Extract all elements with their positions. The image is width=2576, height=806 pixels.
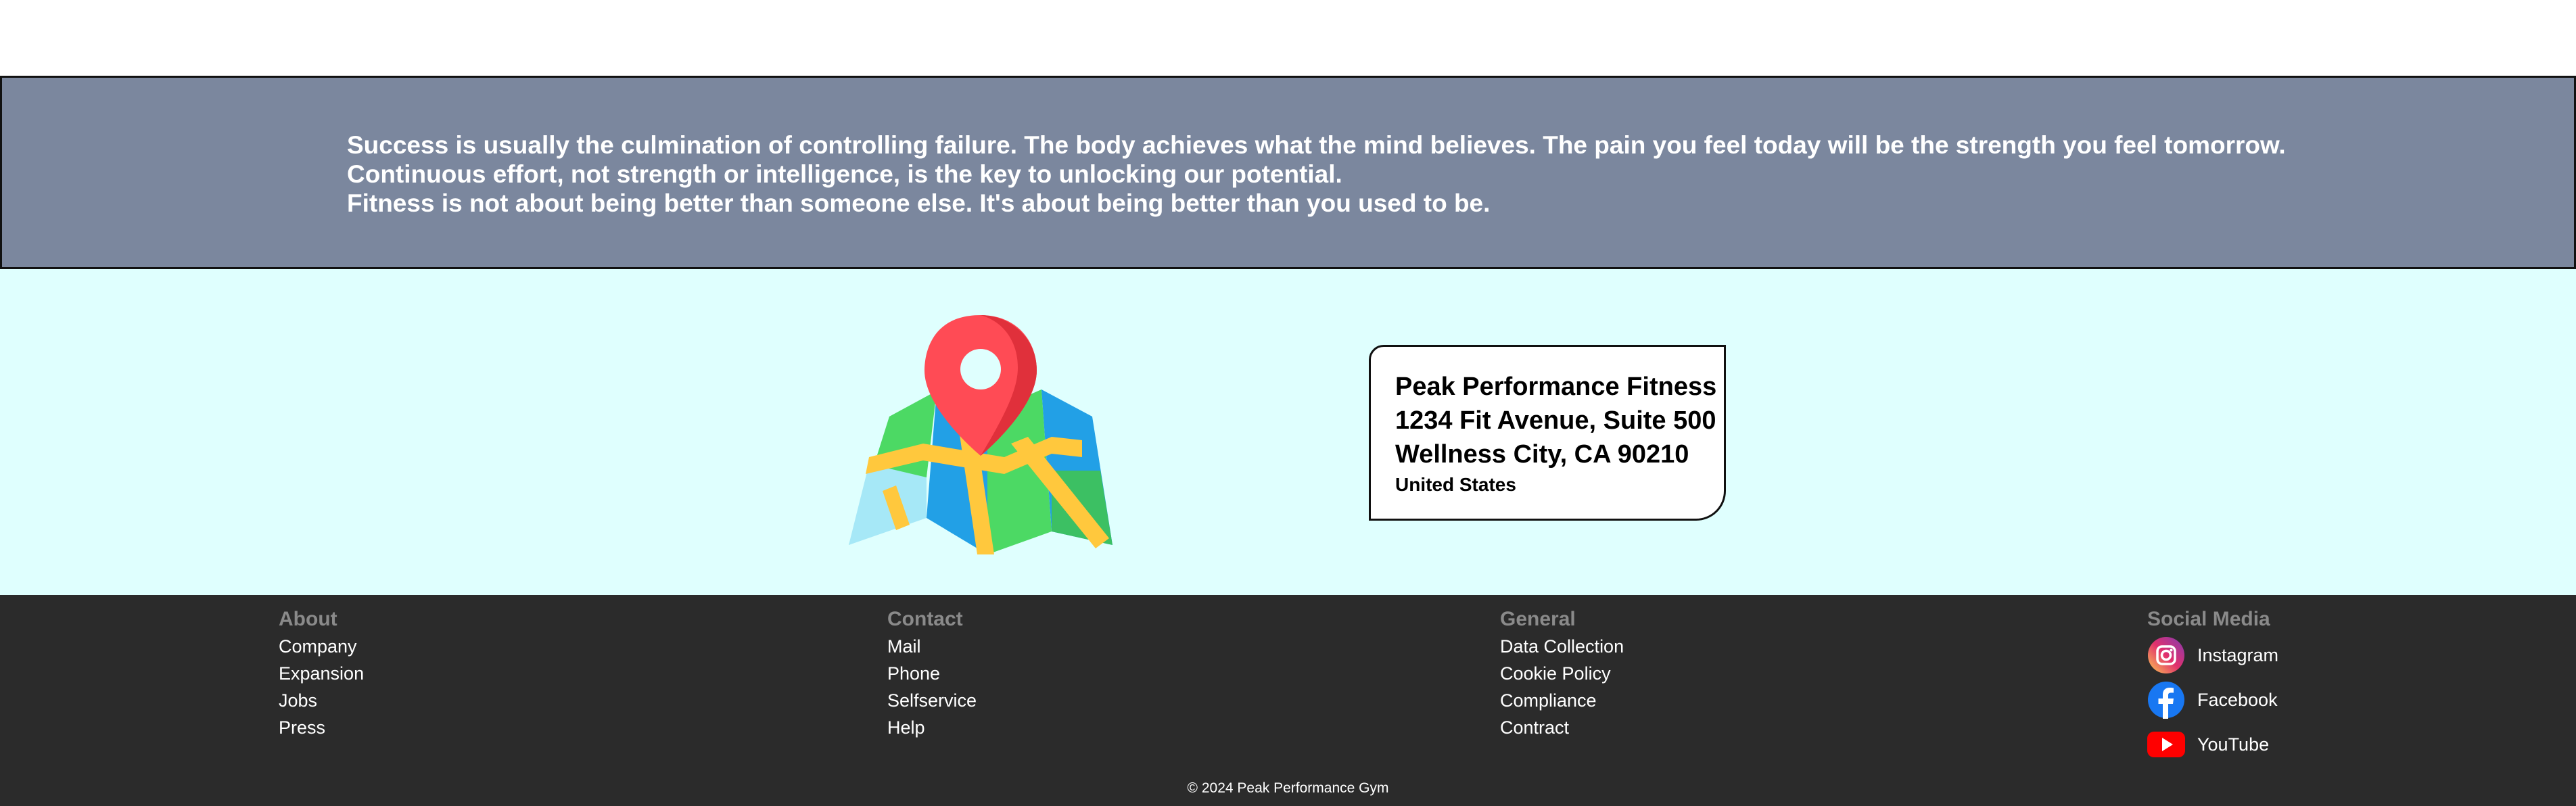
map-location-icon <box>849 315 1113 554</box>
social-label-youtube: YouTube <box>2197 734 2270 755</box>
footer-link-cookie-policy[interactable]: Cookie Policy <box>1500 660 1624 687</box>
copyright-text: © 2024 Peak Performance Gym <box>1187 780 1389 796</box>
footer-title-general: General <box>1500 608 1576 630</box>
quote-banner: Success is usually the culmination of co… <box>0 76 2576 269</box>
site-footer: About Company Expansion Jobs Press Conta… <box>0 595 2576 806</box>
city-address: Wellness City, CA 90210 <box>1395 440 1689 469</box>
footer-title-about: About <box>279 608 337 630</box>
footer-link-selfservice[interactable]: Selfservice <box>887 687 977 714</box>
quote-line: Fitness is not about being better than s… <box>347 189 1491 217</box>
street-address: 1234 Fit Avenue, Suite 500 <box>1395 406 1716 435</box>
quote-line: Continuous effort, not strength or intel… <box>347 160 1342 188</box>
youtube-icon <box>2147 732 2185 757</box>
footer-link-data-collection[interactable]: Data Collection <box>1500 633 1624 660</box>
footer-title-contact: Contact <box>887 608 963 630</box>
social-link-facebook[interactable]: Facebook <box>2147 678 2278 722</box>
social-link-youtube[interactable]: YouTube <box>2147 722 2278 767</box>
instagram-icon <box>2148 637 2184 673</box>
footer-column-general: General Data Collection Cookie Policy Co… <box>1500 606 1624 741</box>
quote-line: Success is usually the culmination of co… <box>347 131 2286 159</box>
address-card: Peak Performance Fitness 1234 Fit Avenue… <box>1369 345 1726 521</box>
footer-link-contract[interactable]: Contract <box>1500 714 1624 741</box>
footer-link-expansion[interactable]: Expansion <box>279 660 364 687</box>
top-spacer <box>0 0 2576 76</box>
footer-link-jobs[interactable]: Jobs <box>279 687 364 714</box>
social-label-instagram: Instagram <box>2197 644 2279 665</box>
footer-column-social: Social Media Instagram Facebook YouTube <box>2147 606 2278 767</box>
footer-link-help[interactable]: Help <box>887 714 977 741</box>
footer-link-company[interactable]: Company <box>279 633 364 660</box>
footer-column-contact: Contact Mail Phone Selfservice Help <box>887 606 977 741</box>
social-link-instagram[interactable]: Instagram <box>2147 633 2278 678</box>
location-section: Peak Performance Fitness 1234 Fit Avenue… <box>0 269 2576 595</box>
country: United States <box>1395 474 1516 495</box>
footer-link-phone[interactable]: Phone <box>887 660 977 687</box>
footer-link-compliance[interactable]: Compliance <box>1500 687 1624 714</box>
footer-title-social: Social Media <box>2147 608 2270 630</box>
quote-list: Success is usually the culmination of co… <box>347 131 2286 218</box>
footer-column-about: About Company Expansion Jobs Press <box>279 606 364 741</box>
social-label-facebook: Facebook <box>2197 689 2278 710</box>
footer-link-mail[interactable]: Mail <box>887 633 977 660</box>
business-name: Peak Performance Fitness <box>1395 373 1717 401</box>
facebook-icon <box>2148 682 2184 719</box>
footer-link-press[interactable]: Press <box>279 714 364 741</box>
